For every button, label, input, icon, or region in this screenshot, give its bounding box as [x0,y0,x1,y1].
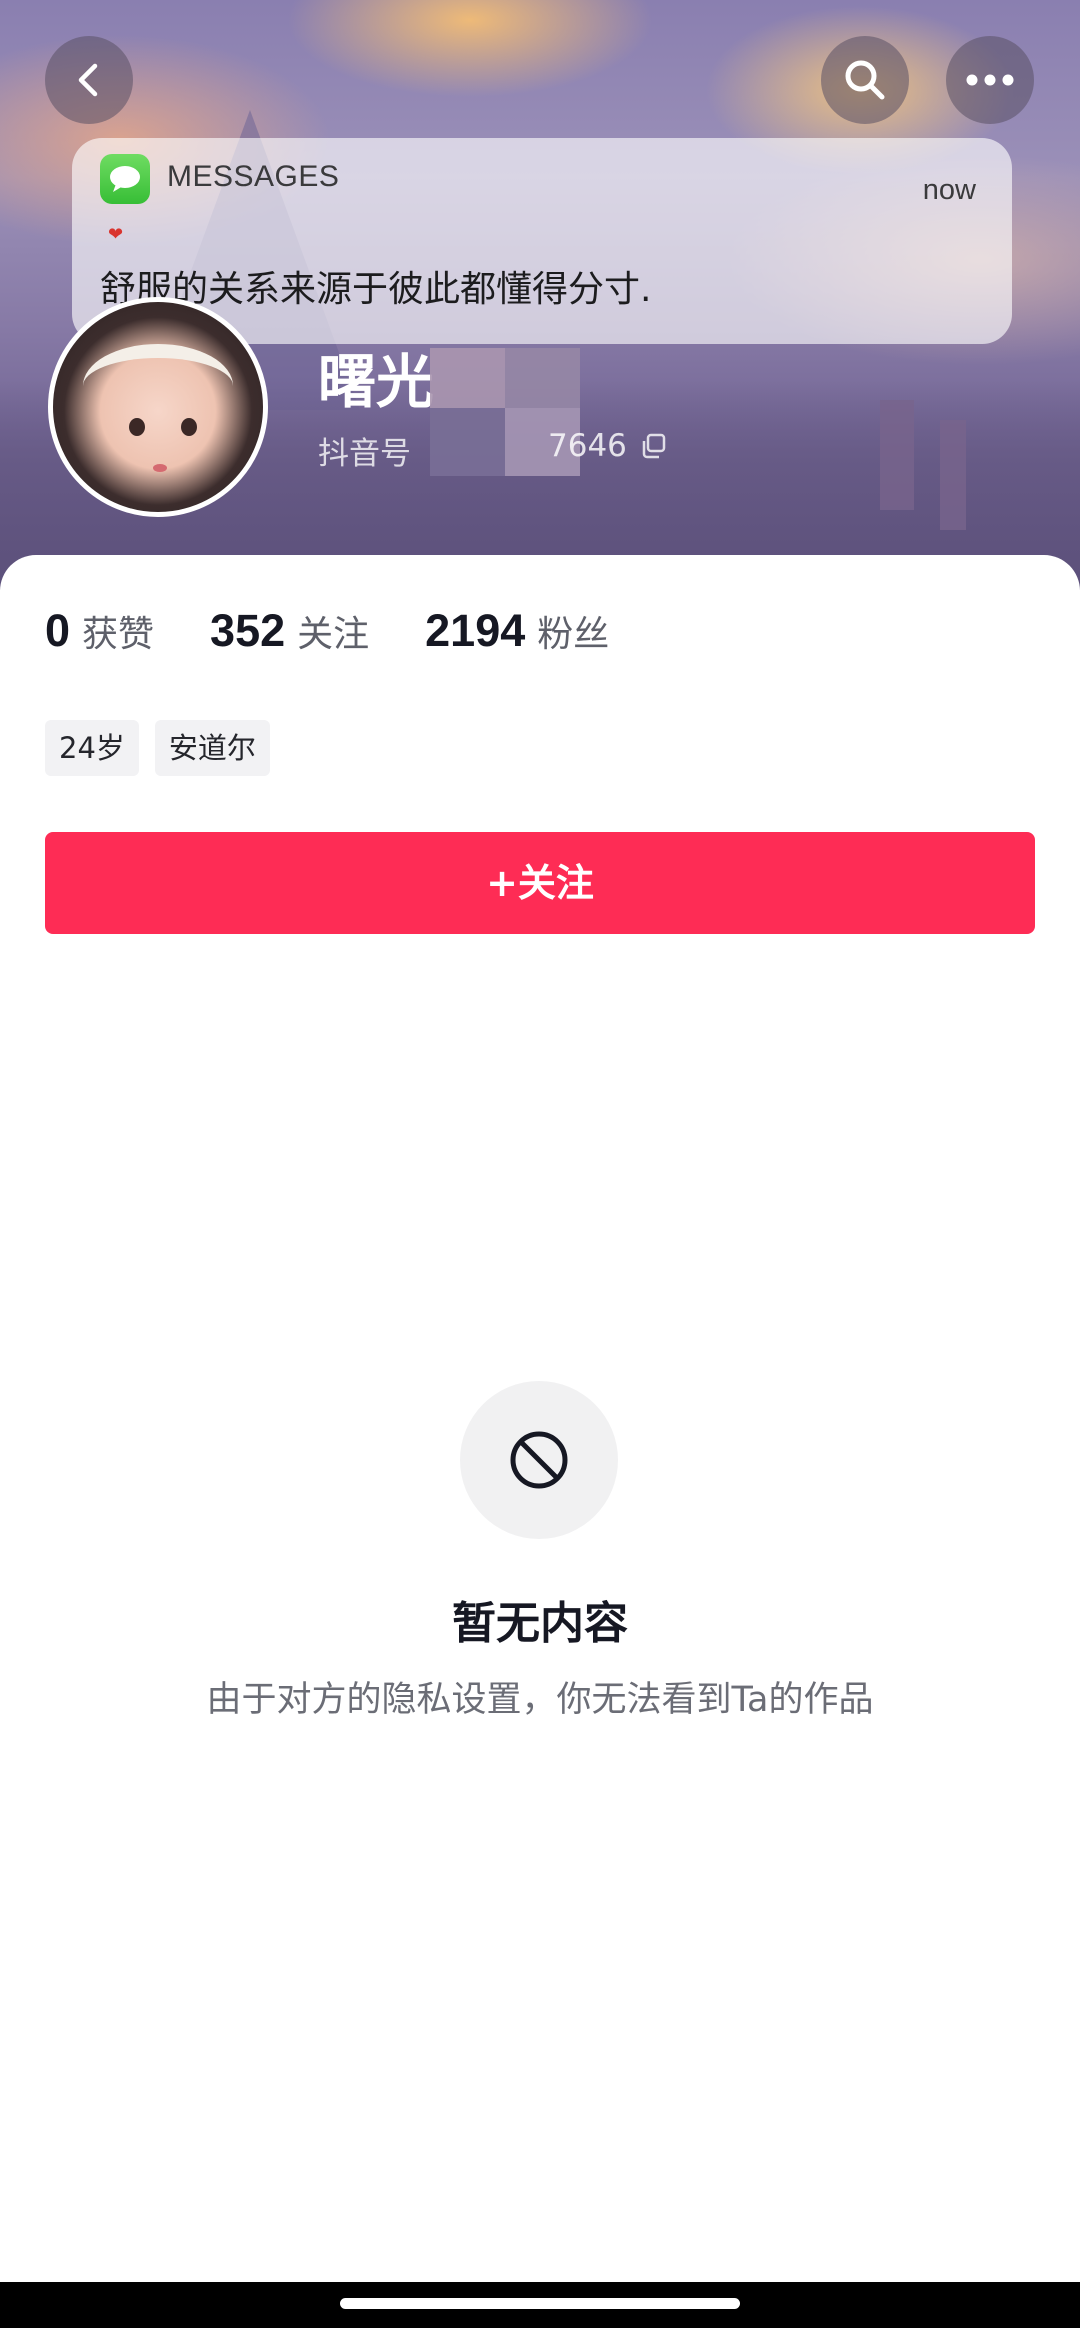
heart-icon: ❤ [108,224,124,245]
avatar[interactable] [48,297,268,517]
empty-state-title: 暂无内容 [452,1598,628,1649]
cover-chimney [940,420,966,530]
stat-likes[interactable]: 0 获赞 [45,605,154,657]
stat-label: 关注 [297,614,370,655]
stat-value: 2194 [425,605,526,656]
avatar-eye [129,418,145,436]
profile-cover: MESSAGES now ❤ 舒服的关系来源于彼此都懂得分寸. 曙光 抖音号 7… [0,0,1080,590]
search-button[interactable] [821,36,909,124]
follow-button[interactable]: +关注 [45,832,1035,934]
more-horizontal-icon [966,74,1014,86]
profile-tags: 24岁 安道尔 [45,720,286,776]
avatar-eye [181,418,197,436]
home-indicator[interactable] [340,2298,740,2309]
username: 曙光 [318,348,435,416]
profile-content-sheet: 0 获赞 352 关注 2194 粉丝 24岁 安道尔 +关注 暂无内容 由于对… [0,555,1080,2282]
stat-label: 获赞 [82,614,155,655]
messages-app-icon [100,154,150,204]
notification-app-name: MESSAGES [167,160,340,193]
stat-label: 粉丝 [537,614,610,655]
stat-following[interactable]: 352 关注 [210,605,369,657]
douyin-id-label: 抖音号 [318,436,411,472]
empty-state-icon-circle [460,1381,618,1539]
no-entry-icon [510,1431,568,1489]
douyin-id-value: 7646 [548,428,627,464]
chevron-left-icon [78,63,98,97]
back-button[interactable] [45,36,133,124]
notification-time: now [922,174,976,206]
stat-value: 352 [210,605,286,656]
avatar-headband [83,344,233,428]
empty-state-description: 由于对方的隐私设置，你无法看到Ta的作品 [206,1680,874,1720]
profile-screen: MESSAGES now ❤ 舒服的关系来源于彼此都懂得分寸. 曙光 抖音号 7… [0,0,1080,2282]
stat-value: 0 [45,605,71,656]
profile-stats: 0 获赞 352 关注 2194 粉丝 [45,605,665,657]
search-icon [845,60,885,100]
stat-followers[interactable]: 2194 粉丝 [425,605,609,657]
tag-age: 24岁 [45,720,139,776]
tag-location: 安道尔 [154,720,270,776]
copy-icon[interactable] [640,432,668,460]
cover-chimney [880,400,914,510]
avatar-mouth [153,464,167,472]
more-button[interactable] [946,36,1034,124]
